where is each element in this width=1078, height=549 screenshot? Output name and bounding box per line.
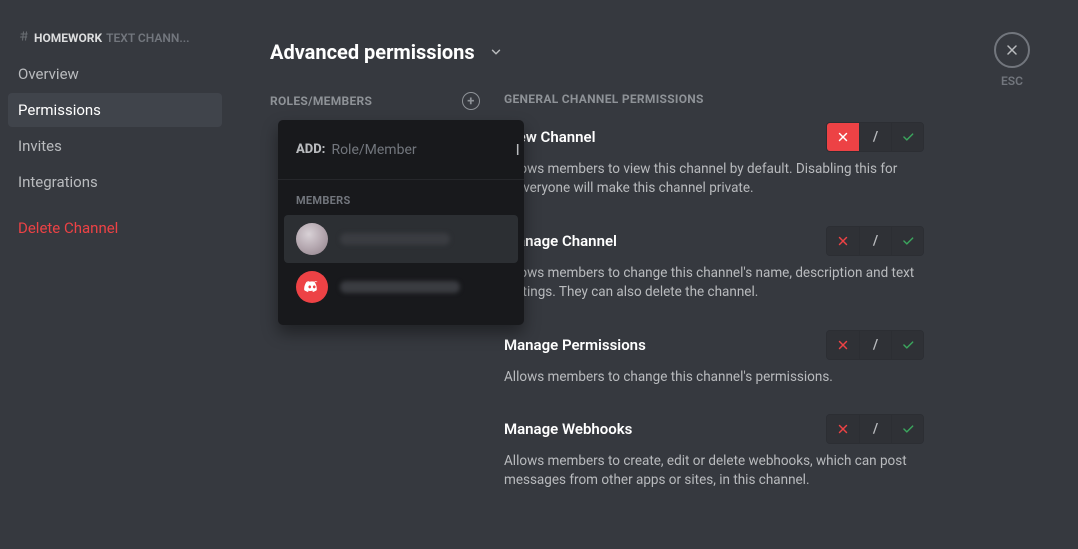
close-button[interactable] (994, 32, 1030, 68)
permission-neutral-button[interactable]: / (859, 227, 891, 255)
permission-row: Manage Webhooks / Allows members to crea… (504, 414, 924, 490)
popover-members-label: MEMBERS (278, 180, 524, 215)
permission-description: Allows members to change this channel's … (504, 264, 924, 302)
permission-description: Allows members to view this channel by d… (504, 160, 924, 198)
close-icon (1004, 42, 1020, 58)
permission-deny-button[interactable] (827, 415, 859, 443)
permission-allow-button[interactable] (891, 227, 923, 255)
hash-icon (18, 30, 30, 45)
permission-deny-button[interactable] (827, 227, 859, 255)
sidebar-item-integrations[interactable]: Integrations (8, 165, 222, 199)
permissions-column: GENERAL CHANNEL PERMISSIONS View Channel… (504, 92, 924, 518)
add-role-member-popover: ADD: I MEMBERS (278, 120, 524, 325)
add-role-member-button[interactable]: + (462, 92, 480, 110)
roles-members-header: ROLES/MEMBERS + (270, 92, 480, 110)
member-name (340, 233, 450, 245)
member-row[interactable] (284, 263, 518, 311)
permission-allow-button[interactable] (891, 331, 923, 359)
permission-name: Manage Permissions (504, 336, 646, 354)
sidebar-item-overview[interactable]: Overview (8, 57, 222, 91)
permission-row: Manage Channel / Allows members to chang… (504, 226, 924, 302)
breadcrumb-channel-name: HOMEWORK (34, 31, 102, 45)
app-container: HOMEWORK TEXT CHANN... Overview Permissi… (0, 0, 1078, 549)
permission-name: Manage Webhooks (504, 420, 632, 438)
popover-search-input[interactable] (331, 142, 509, 158)
page-title: Advanced permissions (270, 40, 475, 64)
permission-toggle: / (826, 414, 924, 444)
sidebar: HOMEWORK TEXT CHANN... Overview Permissi… (0, 0, 230, 549)
permission-row: View Channel / Allows members to view th… (504, 122, 924, 198)
chevron-down-icon[interactable] (489, 45, 503, 59)
sidebar-item-delete-channel[interactable]: Delete Channel (8, 211, 222, 245)
text-cursor-icon: I (515, 140, 519, 159)
member-row[interactable] (284, 215, 518, 263)
permission-deny-button[interactable] (827, 331, 859, 359)
permission-description: Allows members to change this channel's … (504, 368, 924, 387)
breadcrumb-channel-type: TEXT CHANN... (106, 31, 189, 45)
permission-allow-button[interactable] (891, 415, 923, 443)
permission-toggle: / (826, 330, 924, 360)
permission-toggle: / (826, 226, 924, 256)
roles-members-label: ROLES/MEMBERS (270, 94, 372, 108)
permission-description: Allows members to create, edit or delete… (504, 452, 924, 490)
close-button-wrap: ESC (994, 32, 1030, 88)
permission-neutral-button[interactable]: / (859, 415, 891, 443)
permission-toggle: / (826, 122, 924, 152)
permission-row: Manage Permissions / Allows members to c… (504, 330, 924, 387)
page-title-row: Advanced permissions (270, 40, 1078, 64)
permission-neutral-button[interactable]: / (859, 331, 891, 359)
permission-deny-button[interactable] (827, 123, 859, 151)
discord-icon (303, 278, 321, 296)
sidebar-item-permissions[interactable]: Permissions (8, 93, 222, 127)
permission-allow-button[interactable] (891, 123, 923, 151)
permissions-section-header: GENERAL CHANNEL PERMISSIONS (504, 92, 924, 106)
breadcrumb: HOMEWORK TEXT CHANN... (8, 30, 222, 57)
avatar (296, 223, 328, 255)
popover-add-label: ADD: (296, 142, 325, 157)
popover-search-row: ADD: I (278, 120, 524, 180)
member-name (340, 281, 460, 293)
permission-neutral-button[interactable]: / (859, 123, 891, 151)
avatar (296, 271, 328, 303)
close-label: ESC (1001, 74, 1023, 88)
sidebar-item-invites[interactable]: Invites (8, 129, 222, 163)
